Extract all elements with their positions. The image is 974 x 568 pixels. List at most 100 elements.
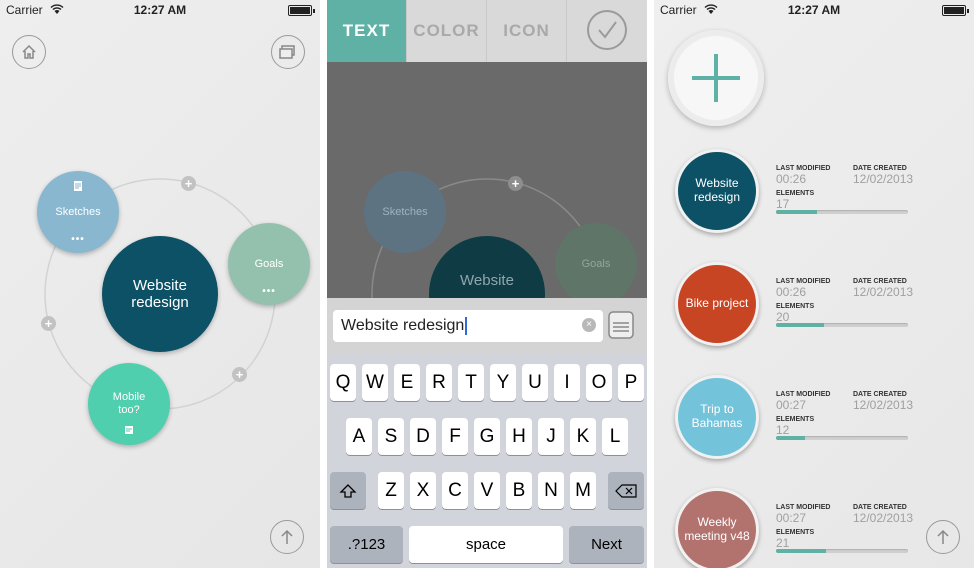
share-button[interactable] [270, 520, 304, 554]
bubble-label: Mobile too? [112, 391, 146, 416]
project-circle[interactable]: Weekly meeting v48 [675, 488, 759, 568]
project-circle[interactable]: Bike project [675, 262, 759, 346]
done-button[interactable] [587, 10, 627, 50]
backspace-icon [615, 483, 637, 498]
battery-icon [288, 5, 315, 16]
numbers-key[interactable]: .?123 [330, 526, 403, 563]
key-y[interactable]: Y [490, 364, 516, 401]
add-node-button[interactable]: + [181, 176, 196, 191]
key-h[interactable]: H [506, 418, 532, 455]
share-button[interactable] [926, 520, 960, 554]
key-o[interactable]: O [586, 364, 612, 401]
key-n[interactable]: N [538, 472, 564, 509]
presentation-button[interactable] [271, 35, 305, 69]
bubble-label: Goals [254, 257, 284, 270]
add-node-button[interactable]: + [41, 316, 56, 331]
key-i[interactable]: I [554, 364, 580, 401]
elements-progress [776, 549, 908, 553]
project-name-line1: Trip to [700, 402, 734, 417]
elements-label: ELEMENTS [776, 190, 815, 197]
bubble-sketches[interactable]: Sketches ••• [37, 171, 119, 253]
date-created-value: 12/02/2013 [853, 285, 914, 299]
elements-value: 12 [776, 423, 790, 437]
elements-value: 20 [776, 310, 790, 324]
tab-color[interactable]: COLOR [407, 0, 487, 62]
key-q[interactable]: Q [330, 364, 356, 401]
project-row[interactable]: Bike project LAST MODIFIED DATE CREATED … [654, 260, 974, 350]
key-x[interactable]: X [410, 472, 436, 509]
key-b[interactable]: B [506, 472, 532, 509]
tab-icon[interactable]: ICON [487, 0, 567, 62]
project-row[interactable]: Website redesign LAST MODIFIED DATE CREAT… [654, 147, 974, 237]
key-m[interactable]: M [570, 472, 596, 509]
more-icon: ••• [71, 234, 85, 245]
next-key[interactable]: Next [569, 526, 644, 563]
elements-value: 21 [776, 536, 790, 550]
space-key[interactable]: space [409, 526, 563, 563]
tab-text[interactable]: TEXT [327, 0, 407, 62]
date-created-label: DATE CREATED [853, 391, 907, 398]
backspace-key[interactable] [608, 472, 644, 509]
key-e[interactable]: E [394, 364, 420, 401]
status-bar: Carrier 12:27 AM [654, 0, 974, 20]
key-u[interactable]: U [522, 364, 548, 401]
project-name-line2: redesign [693, 190, 741, 204]
arrow-up-icon [281, 529, 293, 544]
key-d[interactable]: D [410, 418, 436, 455]
sketch-icon [74, 181, 82, 191]
shift-key[interactable] [330, 472, 366, 509]
key-f[interactable]: F [442, 418, 468, 455]
key-l[interactable]: L [602, 418, 628, 455]
elements-label: ELEMENTS [776, 416, 815, 423]
key-p[interactable]: P [618, 364, 644, 401]
project-row[interactable]: Trip to Bahamas LAST MODIFIED DATE CREATE… [654, 373, 974, 463]
key-w[interactable]: W [362, 364, 388, 401]
last-modified-label: LAST MODIFIED [776, 278, 831, 285]
key-j[interactable]: J [538, 418, 564, 455]
text-caret [465, 317, 468, 335]
key-t[interactable]: T [458, 364, 484, 401]
key-v[interactable]: V [474, 472, 500, 509]
date-created-value: 12/02/2013 [853, 172, 914, 186]
clock: 12:27 AM [787, 3, 841, 17]
new-project-button[interactable] [668, 30, 764, 126]
last-modified-value: 00:26 [776, 172, 807, 186]
clear-icon[interactable]: × [582, 318, 596, 332]
project-circle[interactable]: Website redesign [675, 149, 759, 233]
key-r[interactable]: R [426, 364, 452, 401]
slides-icon [279, 45, 295, 59]
bubble-mobile[interactable]: Mobile too? [88, 363, 170, 445]
elements-progress [776, 436, 908, 440]
last-modified-label: LAST MODIFIED [776, 504, 831, 511]
project-circle[interactable]: Trip to Bahamas [675, 375, 759, 459]
date-created-label: DATE CREATED [853, 278, 907, 285]
project-name-line1: Weekly [697, 515, 737, 530]
more-icon: ••• [262, 286, 276, 297]
project-name-line2: meeting v48 [684, 529, 750, 543]
elements-progress [776, 210, 908, 214]
bubble-sketches: Sketches [364, 171, 446, 253]
date-created-label: DATE CREATED [853, 504, 907, 511]
shift-icon [339, 483, 357, 498]
title-input[interactable]: Website redesign × [333, 310, 603, 342]
date-created-value: 12/02/2013 [853, 398, 914, 412]
project-row[interactable]: Weekly meeting v48 LAST MODIFIED DATE CRE… [654, 486, 974, 568]
home-button[interactable] [12, 35, 46, 69]
bubble-center[interactable]: Website redesign [102, 236, 218, 352]
key-k[interactable]: K [570, 418, 596, 455]
status-bar: Carrier 12:27 AM [0, 0, 320, 20]
date-created-label: DATE CREATED [853, 165, 907, 172]
clock: 12:27 AM [133, 3, 187, 17]
key-a[interactable]: A [346, 418, 372, 455]
key-z[interactable]: Z [378, 472, 404, 509]
key-s[interactable]: S [378, 418, 404, 455]
key-c[interactable]: C [442, 472, 468, 509]
notes-button[interactable] [608, 311, 634, 339]
elements-progress-fill [776, 323, 824, 327]
add-node-button[interactable]: + [232, 367, 247, 382]
elements-value: 17 [776, 197, 790, 211]
key-g[interactable]: G [474, 418, 500, 455]
checkmark-icon [598, 21, 617, 39]
editor-screen: TEXT COLOR ICON + Sketches Website Goals… [327, 0, 647, 568]
bubble-goals[interactable]: Goals ••• [228, 223, 310, 305]
